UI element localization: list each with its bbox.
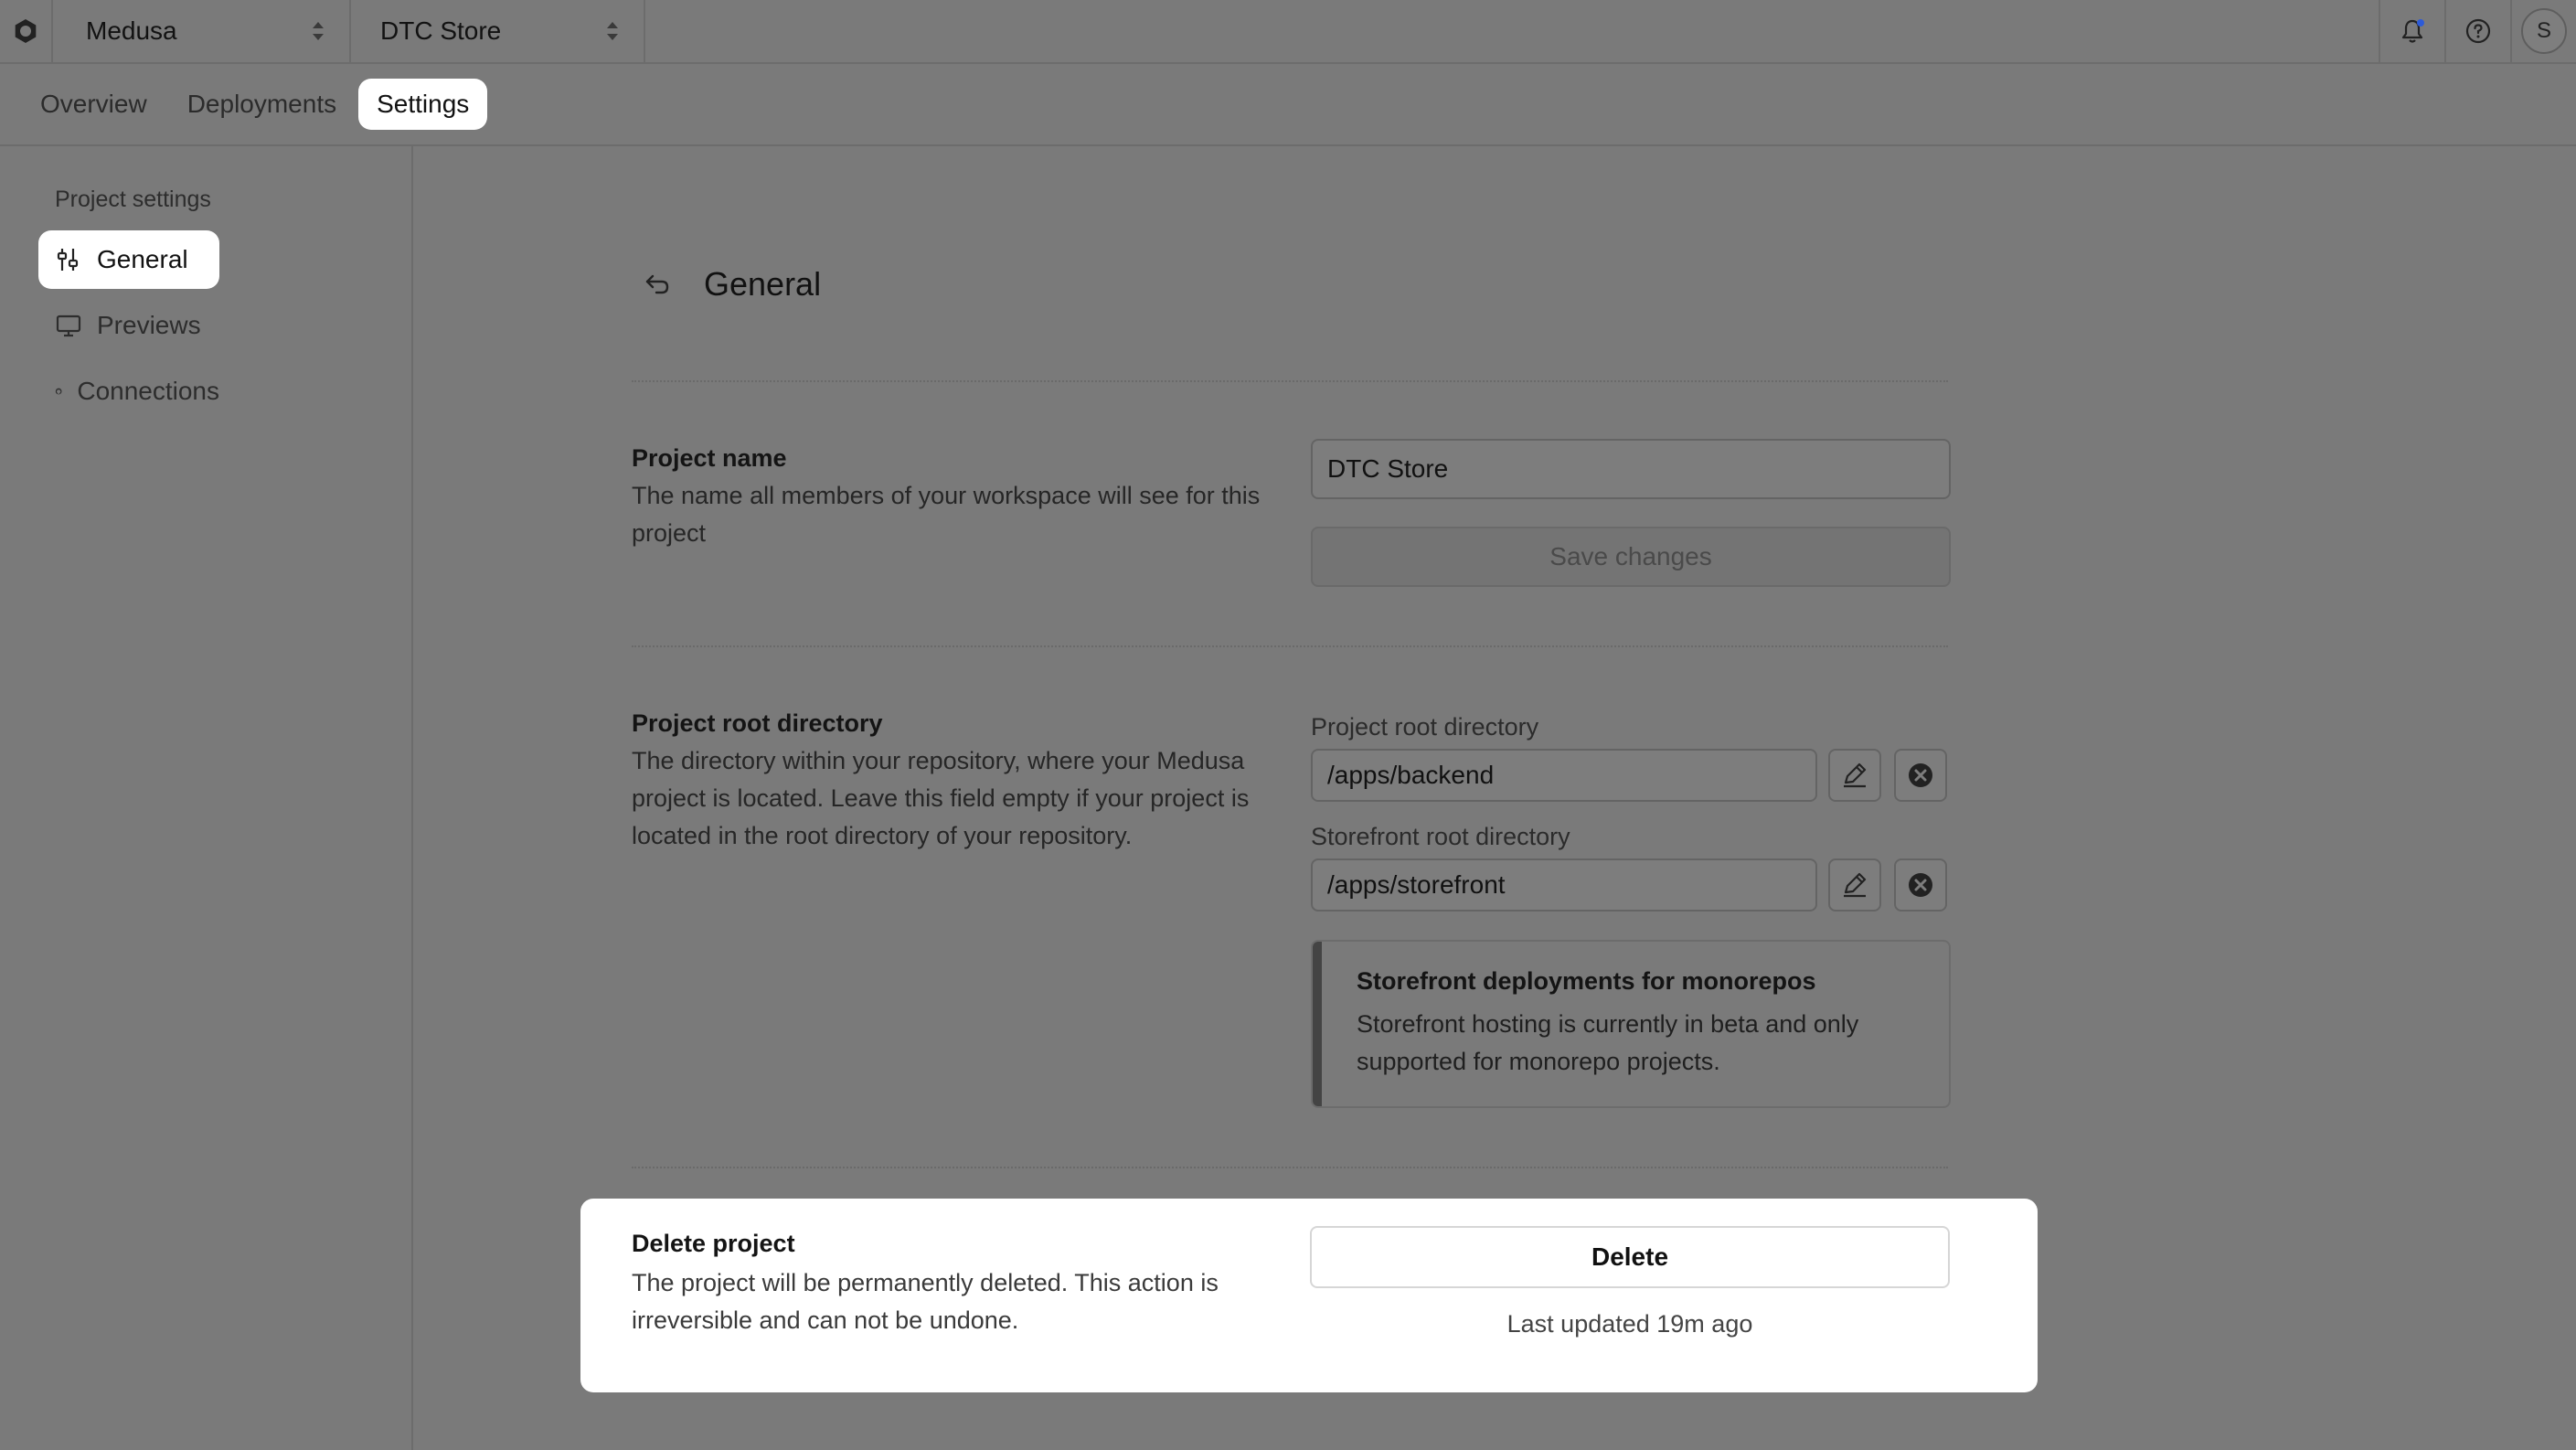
- notifications-button[interactable]: [2379, 0, 2444, 63]
- divider: [632, 645, 1948, 647]
- sidebar-item-label: Connections: [77, 377, 219, 405]
- divider: [632, 380, 1948, 382]
- callout-title: Storefront deployments for monorepos: [1357, 967, 1816, 995]
- sidebar-item-previews[interactable]: Previews: [38, 296, 219, 355]
- help-circle-icon: [2465, 18, 2491, 44]
- project-name: DTC Store: [380, 16, 502, 45]
- tab-overview[interactable]: Overview: [22, 79, 165, 130]
- sidebar-heading: Project settings: [55, 187, 211, 212]
- page-title: General: [704, 265, 822, 303]
- sidebar: Project settings General Previews Connec…: [0, 146, 413, 1450]
- sidebar-item-general[interactable]: General: [38, 230, 219, 289]
- delete-project-button[interactable]: Delete: [1310, 1226, 1950, 1288]
- project-name-title: Project name: [632, 444, 787, 472]
- back-arrow-icon[interactable]: [642, 269, 673, 300]
- project-root-label: Project root directory: [1311, 713, 1539, 741]
- clear-storefront-root-button[interactable]: [1894, 858, 1947, 912]
- chevron-up-down-icon: [607, 22, 618, 40]
- tab-settings[interactable]: Settings: [358, 79, 488, 130]
- edit-project-root-button[interactable]: [1828, 749, 1881, 802]
- root-directory-title: Project root directory: [632, 709, 883, 737]
- clear-project-root-button[interactable]: [1894, 749, 1947, 802]
- avatar: S: [2521, 8, 2567, 54]
- user-menu[interactable]: S: [2510, 0, 2576, 63]
- help-button[interactable]: [2444, 0, 2510, 63]
- sidebar-item-label: General: [97, 245, 188, 273]
- last-updated-text: Last updated 19m ago: [1506, 1310, 1753, 1338]
- delete-project-title: Delete project: [632, 1230, 795, 1257]
- sidebar-item-connections[interactable]: Connections: [38, 362, 219, 421]
- project-root-input[interactable]: /apps/backend: [1311, 749, 1817, 802]
- storefront-root-label: Storefront root directory: [1311, 823, 1570, 850]
- org-selector[interactable]: Medusa: [53, 0, 351, 63]
- root-directory-description: The directory within your repository, wh…: [632, 747, 1250, 849]
- project-name-input[interactable]: DTC Store: [1311, 439, 1951, 499]
- edit-storefront-root-button[interactable]: [1828, 858, 1881, 912]
- sliders-icon: [57, 249, 79, 271]
- storefront-root-input[interactable]: /apps/storefront: [1311, 858, 1817, 912]
- x-circle-icon: [1909, 873, 1932, 897]
- project-name-description: The name all members of your workspace w…: [632, 482, 1261, 547]
- bell-icon: [2401, 19, 2424, 43]
- logo[interactable]: [0, 0, 53, 63]
- chevron-up-down-icon: [313, 22, 324, 40]
- github-icon: [55, 388, 62, 395]
- divider: [632, 1167, 1948, 1168]
- medusa-logo-icon: [15, 19, 37, 43]
- monitor-icon: [56, 315, 81, 337]
- callout-accent-bar: [1313, 942, 1322, 1106]
- tab-deployments[interactable]: Deployments: [169, 79, 355, 130]
- pencil-icon: [1844, 872, 1867, 898]
- save-changes-button[interactable]: Save changes: [1311, 527, 1951, 587]
- top-bar: Medusa DTC Store S: [0, 0, 2576, 64]
- sidebar-item-label: Previews: [97, 311, 201, 339]
- pencil-icon: [1844, 762, 1867, 788]
- org-name: Medusa: [86, 16, 177, 45]
- delete-project-card: Delete project The project will be perma…: [580, 1199, 2038, 1392]
- project-selector[interactable]: DTC Store: [351, 0, 645, 63]
- storefront-beta-callout: Storefront deployments for monorepos Sto…: [1311, 940, 1951, 1108]
- x-circle-icon: [1909, 763, 1932, 787]
- tab-bar: Overview Deployments Settings: [0, 64, 2576, 146]
- delete-project-description: The project will be permanently deleted.…: [632, 1269, 1219, 1334]
- callout-body: Storefront hosting is currently in beta …: [1357, 1010, 1859, 1075]
- page-header: General: [642, 265, 821, 304]
